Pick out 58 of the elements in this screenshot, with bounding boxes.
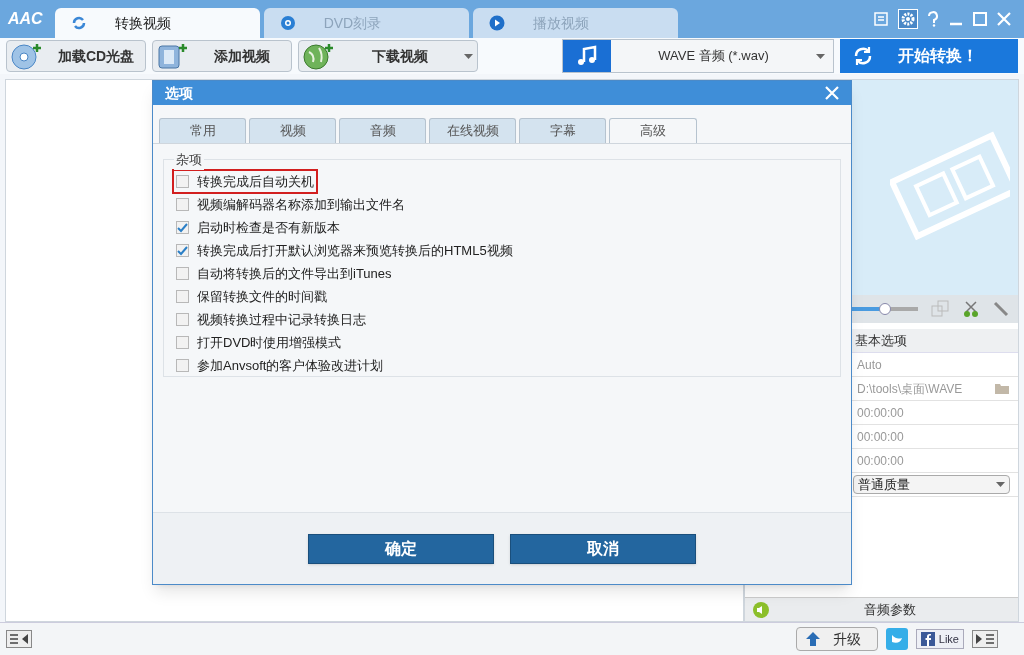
checkbox[interactable] xyxy=(176,221,189,234)
panel-toggle-icon[interactable] xyxy=(972,630,998,648)
option-checkbox[interactable]: 转换完成后自动关机 xyxy=(172,168,318,195)
checkbox[interactable] xyxy=(176,244,189,257)
check-icon xyxy=(177,222,188,233)
checkbox[interactable] xyxy=(176,290,189,303)
dialog-button[interactable]: 确定 xyxy=(308,533,494,564)
toolbar-button[interactable]: 加载CD光盘 xyxy=(6,40,146,72)
app-tab[interactable]: 转换视频 xyxy=(54,8,260,38)
checkbox[interactable] xyxy=(176,359,189,372)
toolbar-button[interactable]: 下载视频 xyxy=(298,40,478,72)
toolbar-button[interactable]: 添加视频 xyxy=(152,40,292,72)
dialog-tab[interactable]: 字幕 xyxy=(519,118,606,143)
settings-icon[interactable] xyxy=(898,9,918,29)
upgrade-button[interactable]: 升级 xyxy=(795,627,878,651)
check-icon xyxy=(177,245,188,256)
caret-icon xyxy=(996,482,1005,487)
close-icon[interactable] xyxy=(825,86,839,100)
dialog-tab[interactable]: 视频 xyxy=(249,118,336,143)
film-plus-icon xyxy=(157,42,189,70)
audio-params-bar[interactable]: 音频参数 xyxy=(745,597,1018,621)
dialog-title: 选项 xyxy=(165,83,193,103)
app-logo: AAC xyxy=(8,9,43,29)
quality-select[interactable]: 普通质量 xyxy=(853,475,1010,494)
disc-icon xyxy=(279,15,296,31)
facebook-icon xyxy=(920,632,935,646)
checkbox[interactable] xyxy=(176,267,189,280)
up-arrow-icon xyxy=(804,631,821,647)
dialog-tab[interactable]: 高级 xyxy=(609,118,697,143)
checkbox[interactable] xyxy=(176,336,189,349)
scissors-icon[interactable] xyxy=(962,300,980,318)
checkbox[interactable] xyxy=(176,313,189,326)
dialog-tab[interactable]: 在线视频 xyxy=(429,118,516,143)
format-select[interactable]: WAVE 音频 (*.wav) xyxy=(562,39,834,73)
start-convert-button[interactable]: 开始转换！ xyxy=(840,39,1018,73)
slider-thumb[interactable] xyxy=(879,303,891,315)
play-icon xyxy=(488,15,505,31)
dialog-tab[interactable]: 常用 xyxy=(159,118,246,143)
panel-toggle-icon[interactable] xyxy=(6,630,32,648)
refresh-icon xyxy=(852,45,874,67)
checkbox[interactable] xyxy=(176,175,189,188)
folder-icon[interactable] xyxy=(994,382,1010,395)
copy-icon[interactable] xyxy=(930,299,950,319)
help-icon[interactable] xyxy=(926,11,940,27)
list-icon[interactable] xyxy=(874,12,890,26)
speaker-icon xyxy=(753,601,769,618)
dialog-button[interactable]: 取消 xyxy=(510,533,696,564)
caret-icon xyxy=(816,53,825,59)
globe-plus-icon xyxy=(303,42,335,70)
checkbox[interactable] xyxy=(176,198,189,211)
like-button[interactable]: Like xyxy=(915,629,964,649)
dialog-tab[interactable]: 音频 xyxy=(339,118,426,143)
group-label: 杂项 xyxy=(174,150,204,170)
caret-icon xyxy=(464,53,473,59)
close-icon[interactable] xyxy=(996,11,1012,27)
cd-plus-icon xyxy=(11,42,43,70)
refresh-icon xyxy=(70,15,87,31)
maximize-icon[interactable] xyxy=(972,11,988,27)
